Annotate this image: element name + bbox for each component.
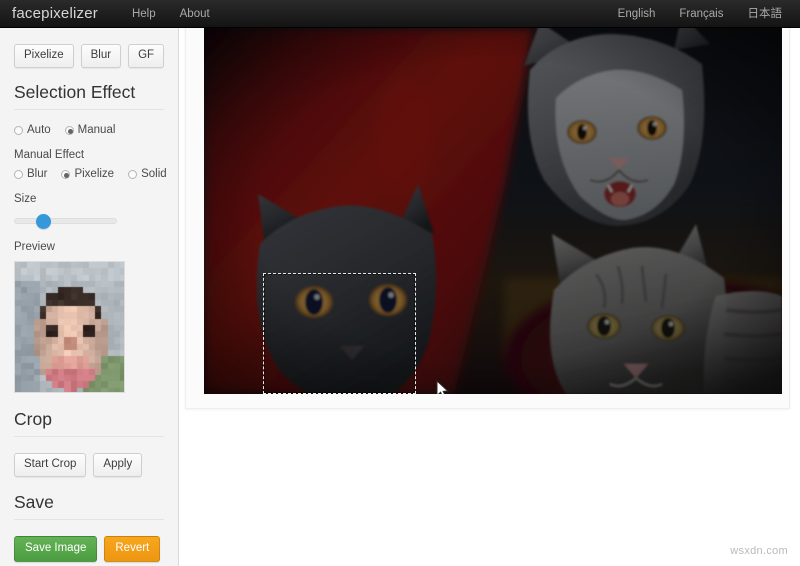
- tool-button-blur[interactable]: Blur: [81, 44, 121, 68]
- radio-manual-indicator: [65, 126, 74, 135]
- radio-pixelize-label: Pixelize: [74, 168, 114, 180]
- manual-effect-radio-group: Blur Pixelize Solid: [14, 168, 164, 180]
- save-image-button[interactable]: Save Image: [14, 536, 97, 562]
- nav-link-japanese[interactable]: 日本語: [736, 0, 795, 28]
- preview-canvas: [15, 262, 125, 393]
- nav-link-about[interactable]: About: [168, 0, 222, 28]
- radio-manual-label: Manual: [78, 124, 116, 136]
- radio-blur-indicator: [14, 170, 23, 179]
- revert-button[interactable]: Revert: [104, 536, 160, 562]
- navbar-left-group: facepixelizer Help About: [0, 0, 222, 28]
- nav-link-english[interactable]: English: [606, 0, 668, 28]
- tool-button-pixelize[interactable]: Pixelize: [14, 44, 74, 68]
- selection-mode-radio-group: Auto Manual: [14, 124, 164, 136]
- watermark-text: wsxdn.com: [730, 545, 788, 557]
- radio-auto-indicator: [14, 126, 23, 135]
- section-heading-selection-effect: Selection Effect: [14, 81, 164, 103]
- photo-panel: [185, 28, 790, 409]
- radio-solid-label: Solid: [141, 168, 167, 180]
- section-heading-crop: Crop: [14, 408, 164, 430]
- photo-graphic: [204, 28, 782, 394]
- preview-label: Preview: [14, 241, 164, 253]
- nav-link-francais[interactable]: Français: [667, 0, 735, 28]
- left-sidebar: Pixelize Blur GF Selection Effect Auto M…: [0, 28, 179, 566]
- divider-crop: [14, 436, 164, 437]
- navbar-language-group: English Français 日本語: [606, 0, 794, 28]
- size-label: Size: [14, 193, 164, 205]
- brand-logo[interactable]: facepixelizer: [0, 0, 120, 28]
- radio-pixelize-indicator: [61, 170, 70, 179]
- size-slider-handle[interactable]: [36, 214, 51, 229]
- editor-image[interactable]: [204, 28, 782, 394]
- size-slider-track: [14, 218, 117, 224]
- radio-solid[interactable]: Solid: [128, 168, 167, 180]
- radio-auto-label: Auto: [27, 124, 51, 136]
- crop-button-row: Start Crop Apply: [14, 453, 164, 477]
- apply-crop-button[interactable]: Apply: [93, 453, 142, 477]
- divider-selection-effect: [14, 109, 164, 110]
- nav-link-help[interactable]: Help: [120, 0, 168, 28]
- pixelized-preview-thumbnail: [14, 261, 125, 393]
- radio-blur-label: Blur: [27, 168, 47, 180]
- tool-button-row: Pixelize Blur GF: [14, 44, 164, 68]
- tool-button-gf[interactable]: GF: [128, 44, 164, 68]
- radio-blur[interactable]: Blur: [14, 168, 47, 180]
- radio-auto[interactable]: Auto: [14, 124, 51, 136]
- manual-effect-label: Manual Effect: [14, 149, 164, 161]
- divider-save: [14, 519, 164, 520]
- save-button-row: Save Image Revert: [14, 536, 164, 562]
- radio-pixelize[interactable]: Pixelize: [61, 168, 114, 180]
- sidebar-content: Pixelize Blur GF Selection Effect Auto M…: [0, 44, 178, 562]
- start-crop-button[interactable]: Start Crop: [14, 453, 86, 477]
- section-heading-save: Save: [14, 491, 164, 513]
- top-navbar: facepixelizer Help About English Françai…: [0, 0, 800, 28]
- radio-manual[interactable]: Manual: [65, 124, 116, 136]
- size-slider[interactable]: [14, 214, 117, 228]
- main-workspace: [180, 28, 800, 566]
- radio-solid-indicator: [128, 170, 137, 179]
